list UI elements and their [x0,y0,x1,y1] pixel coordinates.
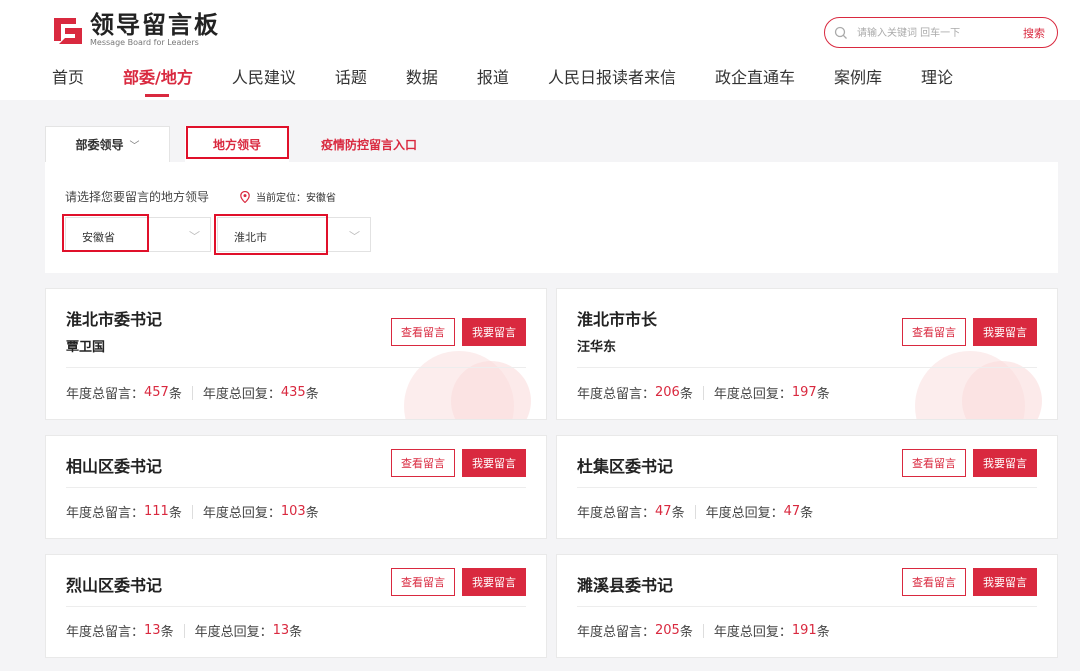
view-messages-button[interactable]: 查看留言 [902,318,966,346]
card-title: 相山区委书记 [66,457,163,476]
post-message-button[interactable]: 我要留言 [973,318,1037,346]
leader-card: 濉溪县委书记 查看留言 我要留言 年度总留言： 205 条 年度总回复： 191 条 [556,554,1058,658]
card-title: 杜集区委书记 [577,457,674,476]
total-messages-count: 47 [655,504,672,519]
header: 领导留言板 Message Board for Leaders 搜索 首页 部委… [0,0,1080,100]
total-replies-count: 103 [280,504,306,519]
search-box: 搜索 [824,17,1058,48]
tab-epidemic-entry[interactable]: 疫情防控留言入口 [321,136,417,153]
total-messages-count: 205 [655,623,680,638]
card-stats: 年度总留言： 206 条 年度总回复： 197 条 [577,385,830,402]
tab-ministry-leaders[interactable]: 部委领导 ﹀ [45,126,170,162]
total-messages-count: 457 [144,385,169,400]
nav-item-home[interactable]: 首页 [52,64,84,94]
view-messages-button[interactable]: 查看留言 [902,449,966,477]
highlight-box-province [62,214,149,252]
site-logo[interactable]: 领导留言板 Message Board for Leaders [52,12,220,48]
view-messages-button[interactable]: 查看留言 [902,568,966,596]
nav-item-reports[interactable]: 报道 [477,64,509,94]
card-stats: 年度总留言： 111 条 年度总回复： 103 条 [66,504,319,521]
total-messages-count: 206 [655,385,680,400]
post-message-button[interactable]: 我要留言 [462,318,526,346]
card-title: 淮北市市长 [577,310,658,329]
card-leader-name: 覃卫国 [66,340,106,355]
card-title: 烈山区委书记 [66,576,163,595]
card-stats: 年度总留言： 457 条 年度总回复： 435 条 [66,385,319,402]
nav-item-theory[interactable]: 理论 [921,64,953,94]
leader-card: 烈山区委书记 查看留言 我要留言 年度总留言： 13 条 年度总回复： 13 条 [45,554,547,658]
card-title: 淮北市委书记 [66,310,163,329]
post-message-button[interactable]: 我要留言 [462,449,526,477]
search-input[interactable] [857,23,1007,43]
chevron-down-icon: ﹀ [129,141,140,152]
nav-item-business-channel[interactable]: 政企直通车 [715,64,795,94]
logo-mark-icon [52,14,84,46]
card-stats: 年度总留言： 205 条 年度总回复： 191 条 [577,623,830,640]
total-replies-count: 435 [280,385,306,400]
total-messages-count: 13 [144,623,161,638]
current-location: 当前定位：安徽省 [240,189,336,204]
leader-card: 淮北市市长 汪华东 查看留言 我要留言 年度总留言： 206 条 年度总回复： 197… [556,288,1058,420]
post-message-button[interactable]: 我要留言 [973,449,1037,477]
chevron-down-icon: ﹀ [189,230,200,243]
nav-item-reader-letters[interactable]: 人民日报读者来信 [548,64,676,94]
leader-card: 杜集区委书记 查看留言 我要留言 年度总留言： 47 条 年度总回复： 47 条 [556,435,1058,539]
logo-subtitle: Message Board for Leaders [90,38,199,47]
highlight-box-local-tab [186,126,289,159]
card-stats: 年度总留言： 47 条 年度总回复： 47 条 [577,504,814,521]
total-replies-count: 13 [272,623,290,638]
view-messages-button[interactable]: 查看留言 [391,449,455,477]
chevron-down-icon: ﹀ [349,230,360,243]
search-icon [834,26,847,39]
region-filter: 请选择您要留言的地方领导 当前定位：安徽省 安徽省 ﹀ 淮北市 ﹀ [45,162,1058,273]
location-pin-icon [240,190,250,203]
highlight-box-city [214,214,328,255]
total-replies-count: 47 [783,504,801,519]
total-replies-count: 197 [791,385,817,400]
nav-item-topics[interactable]: 话题 [335,64,367,94]
total-messages-count: 111 [144,504,169,519]
logo-title: 领导留言板 [90,11,220,39]
total-replies-count: 191 [791,623,817,638]
search-button[interactable]: 搜索 [1023,25,1045,41]
post-message-button[interactable]: 我要留言 [973,568,1037,596]
card-title: 濉溪县委书记 [577,576,674,595]
card-stats: 年度总留言： 13 条 年度总回复： 13 条 [66,623,303,640]
current-location-text: 当前定位：安徽省 [256,193,336,204]
post-message-button[interactable]: 我要留言 [462,568,526,596]
view-messages-button[interactable]: 查看留言 [391,568,455,596]
view-messages-button[interactable]: 查看留言 [391,318,455,346]
tab-ministry-label: 部委领导 [75,138,124,152]
leader-card: 相山区委书记 查看留言 我要留言 年度总留言： 111 条 年度总回复： 103 条 [45,435,547,539]
leader-card: 淮北市委书记 覃卫国 查看留言 我要留言 年度总留言： 457 条 年度总回复： 43… [45,288,547,420]
nav-item-ministry-local[interactable]: 部委/地方 [123,64,193,97]
card-leader-name: 汪华东 [577,340,617,355]
nav-item-case-library[interactable]: 案例库 [834,64,882,94]
nav-item-suggestions[interactable]: 人民建议 [232,64,296,94]
filter-label: 请选择您要留言的地方领导 [65,190,210,204]
main-nav: 首页 部委/地方 人民建议 话题 数据 报道 人民日报读者来信 政企直通车 案例… [52,64,992,97]
nav-item-data[interactable]: 数据 [406,64,438,94]
